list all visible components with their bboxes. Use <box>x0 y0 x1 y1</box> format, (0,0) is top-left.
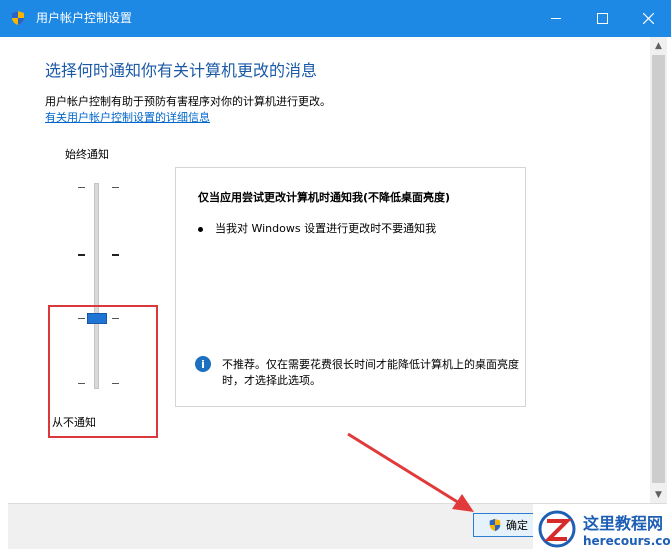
site-logo-icon <box>538 510 576 548</box>
vertical-scrollbar[interactable]: ▲ ▼ <box>650 37 667 503</box>
info-icon: i <box>195 356 211 372</box>
slider-tick <box>78 254 85 256</box>
bullet-icon <box>198 226 203 232</box>
description-panel: 仅当应用尝试更改计算机时通知我(不降低桌面亮度) 当我对 Windows 设置进… <box>175 167 526 407</box>
close-button[interactable] <box>625 0 671 37</box>
panel-title: 仅当应用尝试更改计算机时通知我(不降低桌面亮度) <box>198 191 451 204</box>
maximize-button[interactable] <box>579 0 625 37</box>
panel-note: 不推荐。仅在需要花费很长时间才能降低计算机上的桌面亮度时，才选择此选项。 <box>222 358 519 387</box>
content-area: 选择何时通知你有关计算机更改的消息 用户帐户控制有助于预防有害程序对你的计算机进… <box>8 37 650 503</box>
description-text: 用户帐户控制有助于预防有害程序对你的计算机进行更改。 <box>45 95 331 108</box>
window-title: 用户帐户控制设置 <box>36 11 133 25</box>
slider-tick <box>78 187 85 188</box>
watermark-title: 这里教程网 <box>583 514 664 533</box>
maximize-icon <box>596 13 608 24</box>
slider-tick <box>112 254 119 256</box>
minimize-button[interactable] <box>533 0 579 37</box>
slider-top-label: 始终通知 <box>65 148 109 161</box>
ok-button-label: 确定 <box>506 519 528 532</box>
annotation-arrow <box>347 432 474 512</box>
scroll-down-arrow-icon[interactable]: ▼ <box>650 486 667 503</box>
scroll-up-arrow-icon[interactable]: ▲ <box>650 37 667 54</box>
details-link[interactable]: 有关用户帐户控制设置的详细信息 <box>45 109 210 125</box>
slider-tick <box>112 187 119 188</box>
highlight-box <box>48 305 158 438</box>
watermark: 这里教程网 herecours.com <box>533 504 671 552</box>
scrollbar-thumb[interactable] <box>652 55 665 483</box>
uac-shield-icon <box>489 518 501 532</box>
minimize-icon <box>551 18 561 19</box>
uac-shield-icon <box>12 11 24 25</box>
watermark-domain: herecours.com <box>583 534 671 548</box>
page-heading: 选择何时通知你有关计算机更改的消息 <box>45 61 318 80</box>
title-bar: 用户帐户控制设置 <box>0 0 671 37</box>
close-icon <box>642 13 654 24</box>
panel-bullet-item: 当我对 Windows 设置进行更改时不要通知我 <box>198 220 436 236</box>
panel-bullet-text: 当我对 Windows 设置进行更改时不要通知我 <box>215 222 437 235</box>
